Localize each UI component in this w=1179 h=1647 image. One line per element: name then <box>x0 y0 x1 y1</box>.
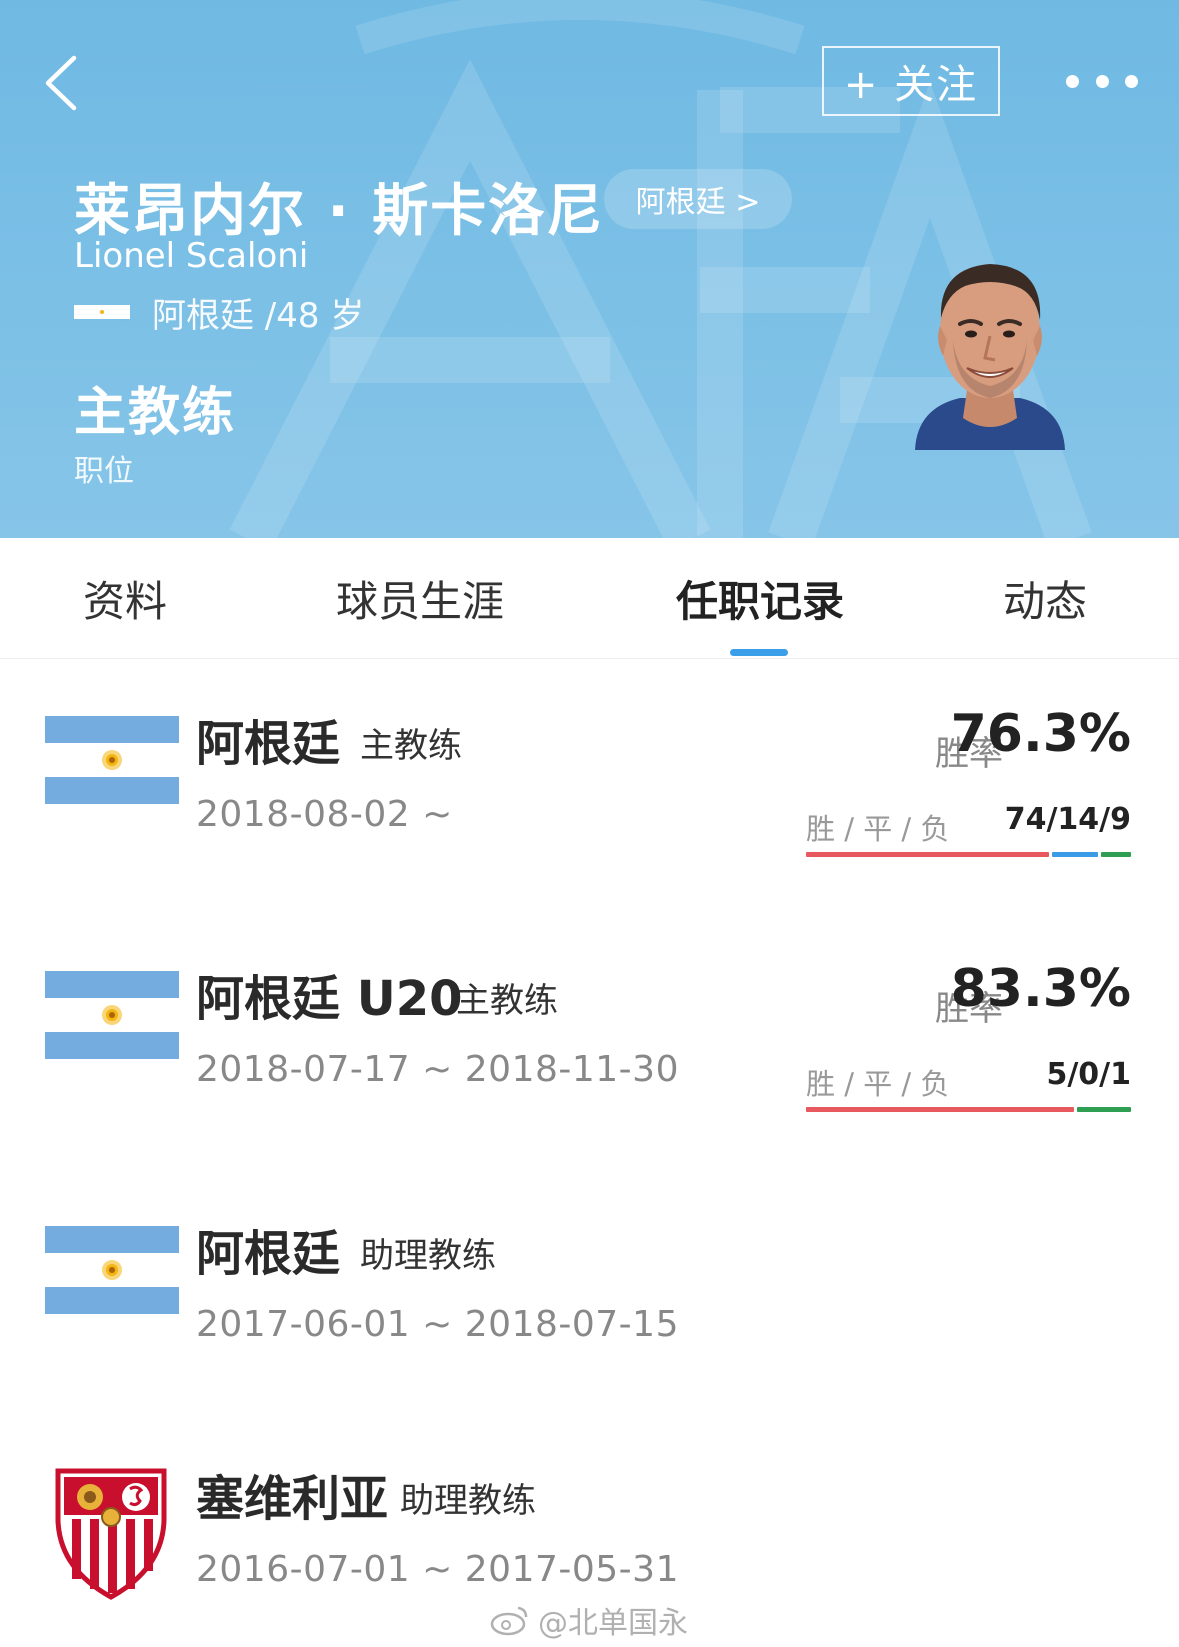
losses-segment <box>1101 852 1131 857</box>
position-title: 主教练 <box>74 383 237 443</box>
tenure-dates: 2018-07-17 ~ 2018-11-30 <box>196 1049 679 1090</box>
role-name: 主教练 <box>360 726 462 766</box>
argentina-flag-icon <box>45 1226 179 1314</box>
position-label: 职位 <box>74 454 134 489</box>
wdl-bar <box>806 852 1131 857</box>
role-name: 主教练 <box>456 981 558 1021</box>
country-link[interactable]: 阿根廷 > <box>604 169 792 229</box>
nationality-age: 阿根廷 /48 岁 <box>152 295 365 336</box>
chevron-left-icon <box>45 55 77 111</box>
tenure-dates: 2017-06-01 ~ 2018-07-15 <box>196 1304 679 1345</box>
back-button[interactable] <box>30 48 90 118</box>
follow-button[interactable]: + 关注 <box>822 46 1000 116</box>
coach-name-chinese: 莱昂内尔 · 斯卡洛尼 <box>74 179 605 244</box>
coach-name-english: Lionel Scaloni <box>74 236 309 276</box>
wdl-value: 74/14/9 <box>1004 802 1131 837</box>
tab-profile[interactable]: 资料 <box>60 538 190 658</box>
record-item[interactable]: 阿根廷 主教练 2018-08-02 ~ 胜率 76.3% 胜 / 平 / 负 … <box>0 670 1179 890</box>
argentina-flag-icon <box>74 305 130 319</box>
team-name: 阿根廷 <box>196 1226 341 1282</box>
argentina-flag-icon <box>45 716 179 804</box>
team-name: 阿根廷 <box>196 716 341 772</box>
watermark-text: @北单国永 <box>538 1606 688 1641</box>
argentina-flag-icon <box>45 971 179 1059</box>
wins-segment <box>806 852 1050 857</box>
active-tab-indicator <box>730 649 788 656</box>
wdl-label: 胜 / 平 / 负 <box>806 812 950 846</box>
more-options-icon[interactable] <box>1066 66 1138 96</box>
profile-header: + 关注 莱昂内尔 · 斯卡洛尼 阿根廷 > Lionel Scaloni 阿根… <box>0 0 1179 538</box>
losses-segment <box>1077 1107 1131 1112</box>
tab-coaching-record[interactable]: 任职记录 <box>655 538 865 658</box>
sevilla-crest-icon <box>55 1468 167 1600</box>
record-item[interactable]: 阿根廷 U20 主教练 2018-07-17 ~ 2018-11-30 胜率 8… <box>0 925 1179 1145</box>
draws-segment <box>1052 852 1099 857</box>
nationality-age-row: 阿根廷 /48 岁 <box>74 290 365 336</box>
wins-segment <box>806 1107 1075 1112</box>
team-name: 阿根廷 U20 <box>196 971 463 1027</box>
tenure-dates: 2018-08-02 ~ <box>196 794 453 835</box>
coach-avatar <box>915 264 1065 450</box>
record-item[interactable]: 阿根廷 助理教练 2017-06-01 ~ 2018-07-15 <box>0 1180 1179 1400</box>
tab-bar: 资料 球员生涯 任职记录 动态 <box>0 538 1179 659</box>
winrate-value: 76.3% <box>950 704 1131 764</box>
tenure-dates: 2016-07-01 ~ 2017-05-31 <box>196 1549 679 1590</box>
tab-news[interactable]: 动态 <box>990 538 1100 658</box>
wdl-value: 5/0/1 <box>1046 1057 1131 1092</box>
winrate-value: 83.3% <box>950 959 1131 1019</box>
wdl-label: 胜 / 平 / 负 <box>806 1067 950 1101</box>
weibo-watermark: @北单国永 <box>490 1598 688 1642</box>
team-name: 塞维利亚 <box>196 1471 389 1527</box>
wdl-bar <box>806 1107 1131 1112</box>
tab-player-career[interactable]: 球员生涯 <box>320 538 520 658</box>
weibo-logo-icon <box>490 1606 528 1636</box>
role-name: 助理教练 <box>360 1236 496 1276</box>
role-name: 助理教练 <box>400 1481 536 1521</box>
